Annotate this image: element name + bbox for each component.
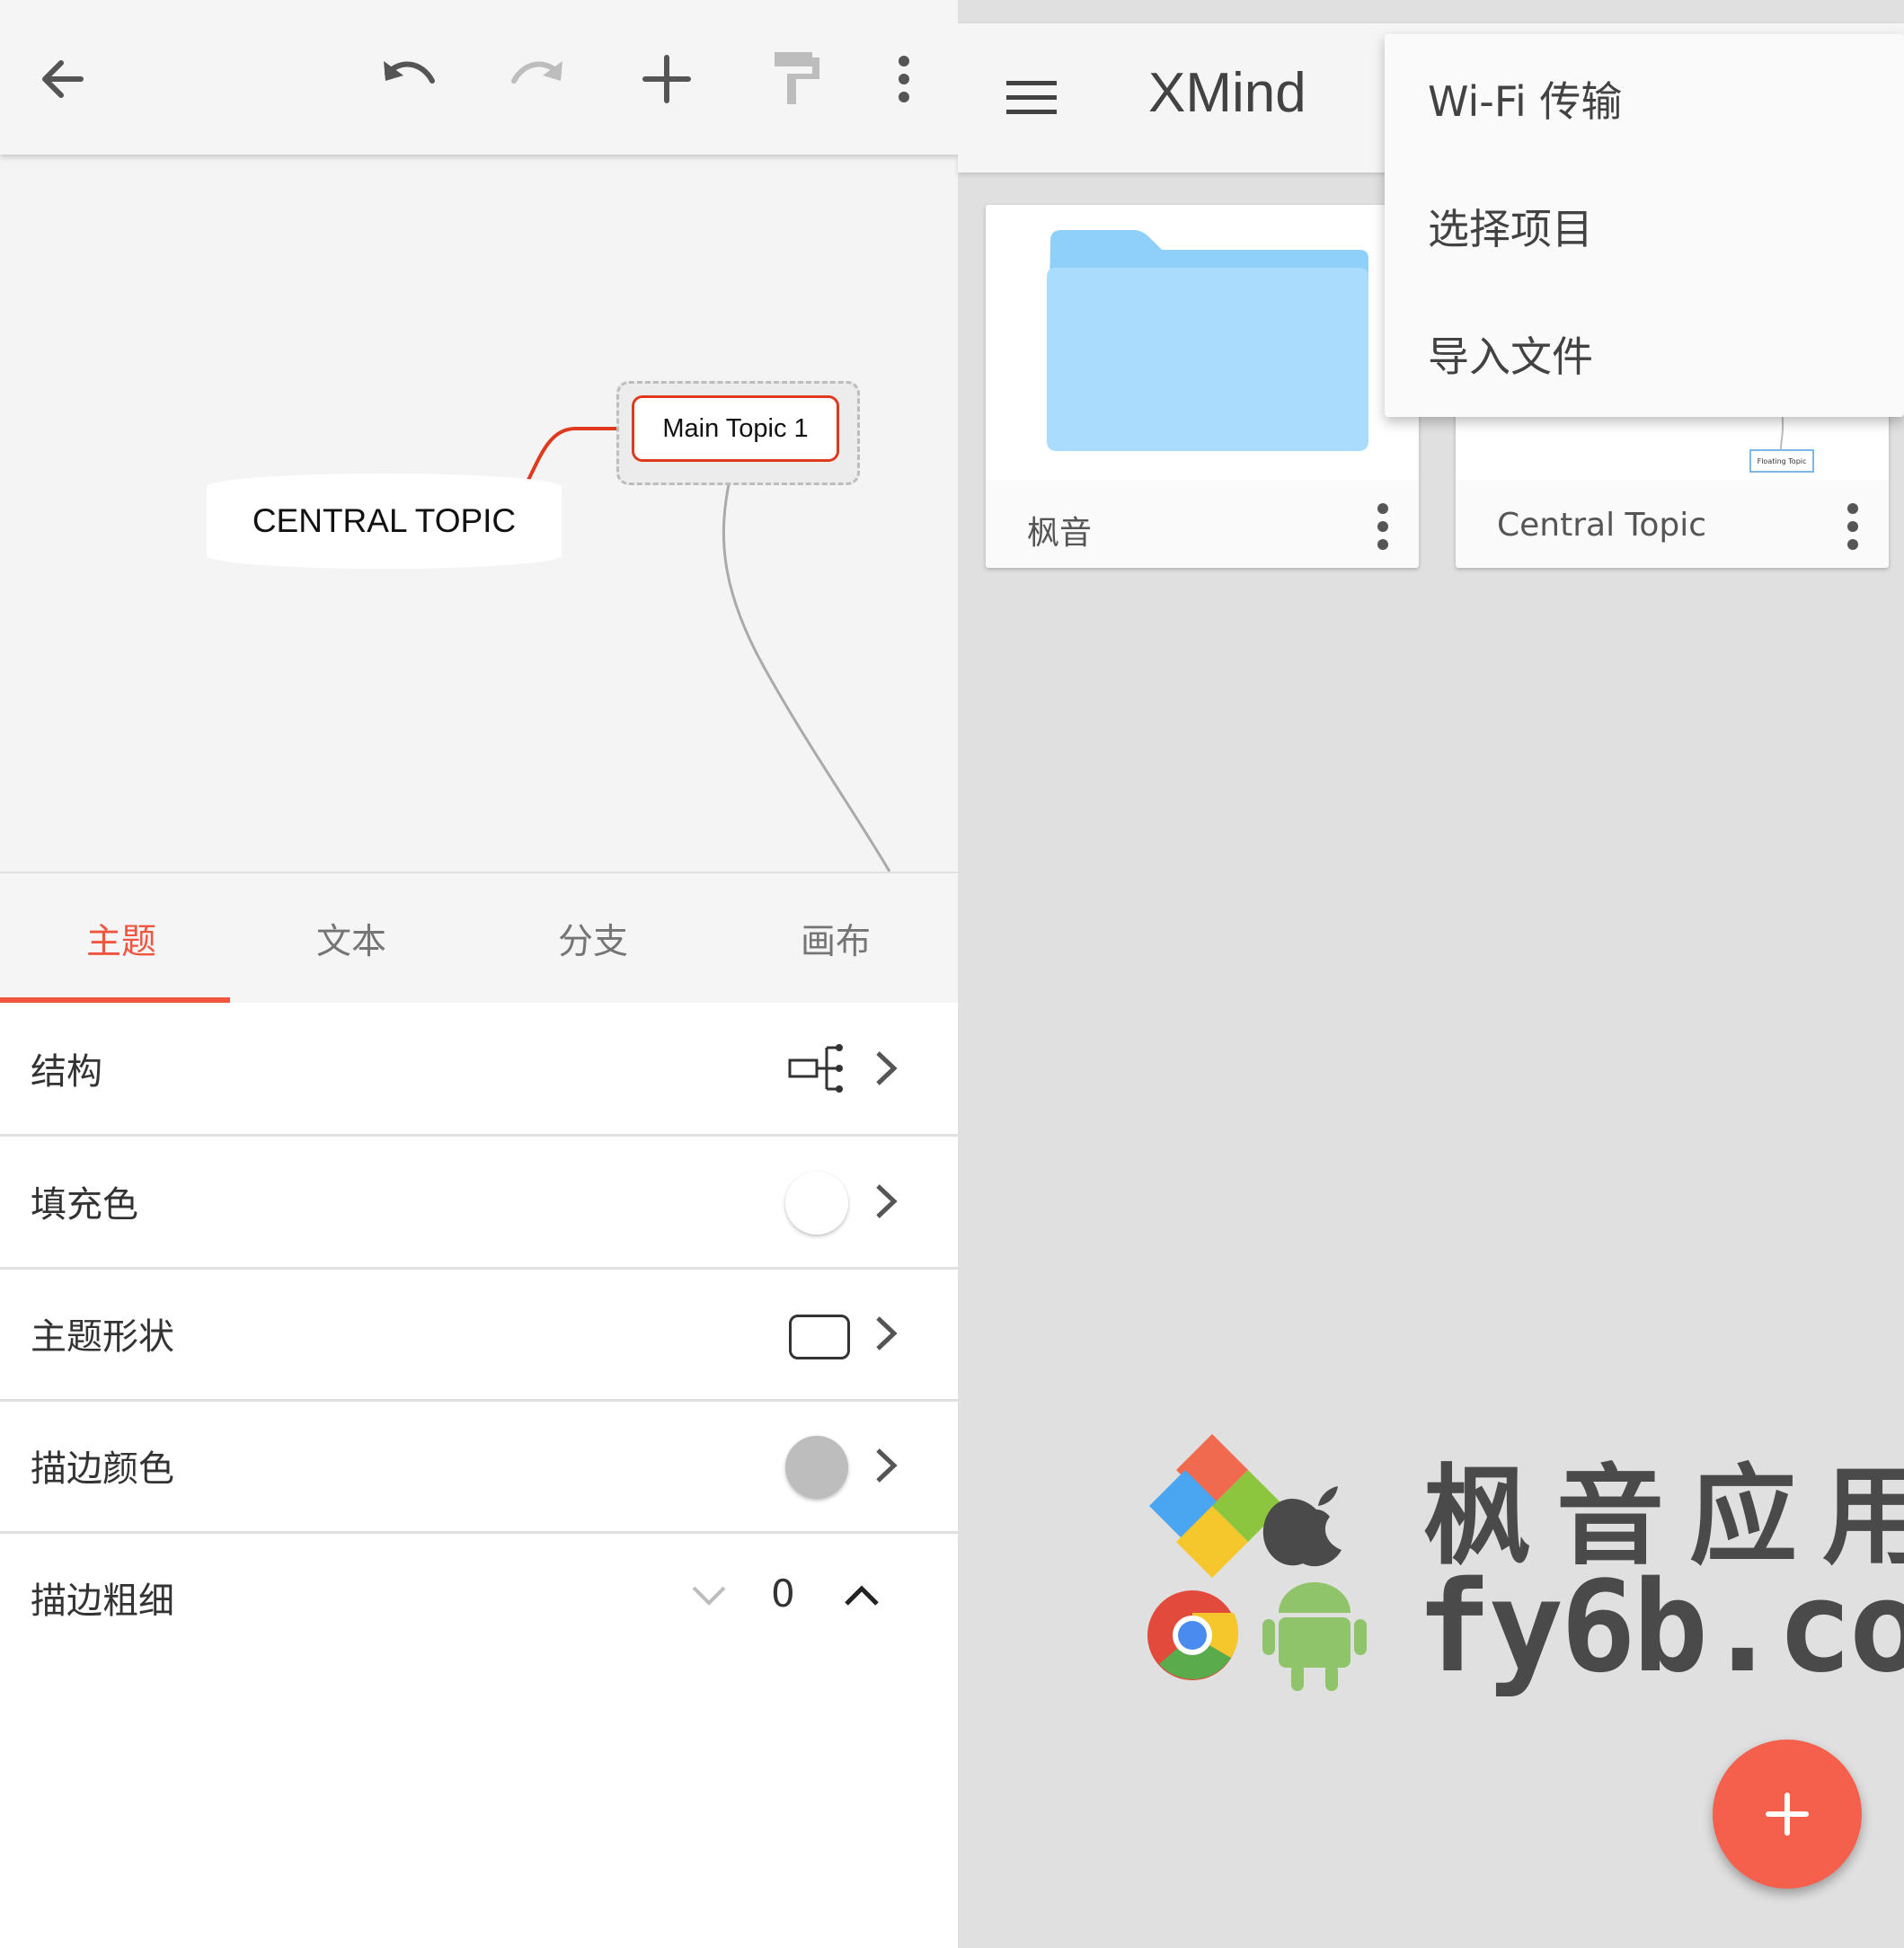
format-painter-icon[interactable]: [753, 36, 839, 122]
structure-icon: [788, 1044, 843, 1093]
fill-color-row[interactable]: 填充色: [0, 1136, 958, 1270]
rounded-rect-shape-icon: [789, 1315, 850, 1359]
back-arrow-icon[interactable]: [20, 36, 106, 122]
floating-topic-thumb: Floating Topic: [1749, 449, 1814, 473]
mindmap-canvas[interactable]: CENTRAL TOPIC Main Topic 1: [0, 155, 958, 872]
folder-thumbnail: [986, 205, 1419, 480]
border-width-value: 0: [771, 1572, 795, 1616]
main-topic-label: Main Topic 1: [662, 413, 809, 443]
undo-icon[interactable]: [365, 36, 451, 122]
file-card[interactable]: 枫音: [986, 205, 1419, 568]
menu-item-wifi-transfer[interactable]: Wi-Fi 传输: [1428, 72, 1622, 126]
editor-toolbar: [0, 0, 958, 155]
chevron-right-icon: [876, 1316, 898, 1350]
folder-icon: [1047, 230, 1368, 451]
central-topic-label: CENTRAL TOPIC: [252, 502, 517, 539]
more-vert-icon[interactable]: [1844, 501, 1862, 552]
central-topic-node[interactable]: CENTRAL TOPIC: [207, 474, 562, 569]
main-topic-node[interactable]: Main Topic 1: [632, 395, 839, 462]
menu-item-select-items[interactable]: 选择项目: [1428, 199, 1593, 253]
chevron-right-icon: [876, 1184, 898, 1218]
topic-shape-row[interactable]: 主题形状: [0, 1268, 958, 1402]
structure-row[interactable]: 结构: [0, 1003, 958, 1137]
fill-color-label: 填充色: [31, 1184, 138, 1226]
overflow-menu: Wi-Fi 传输 选择项目 导入文件: [1385, 34, 1904, 417]
border-color-swatch: [785, 1436, 848, 1499]
border-width-row: 描边粗细 0: [0, 1532, 958, 1663]
tab-canvas[interactable]: 画布: [714, 873, 957, 1004]
add-icon: [1766, 1793, 1809, 1836]
add-fab-button[interactable]: [1713, 1740, 1862, 1889]
file-card-title: Central Topic: [1497, 507, 1707, 544]
more-vert-icon[interactable]: [861, 36, 947, 122]
chevron-up-icon[interactable]: [841, 1582, 882, 1609]
fill-color-swatch: [785, 1172, 848, 1235]
chevron-down-icon[interactable]: [688, 1582, 730, 1609]
border-color-label: 描边颜色: [31, 1448, 174, 1490]
format-tabs: 主题 文本 分支 画布: [0, 872, 958, 1004]
tab-text[interactable]: 文本: [230, 873, 473, 1004]
tab-branch[interactable]: 分支: [472, 873, 714, 1004]
border-width-label: 描边粗细: [31, 1581, 174, 1622]
border-color-row[interactable]: 描边颜色: [0, 1400, 958, 1534]
file-card-title: 枫音: [1027, 515, 1093, 552]
chevron-right-icon: [876, 1448, 898, 1483]
add-icon[interactable]: [624, 36, 710, 122]
redo-icon[interactable]: [495, 36, 581, 122]
hamburger-menu-icon[interactable]: [1006, 79, 1057, 117]
properties-panel: 结构 填充色 主题形状 描边颜色 描边粗细 0: [0, 1003, 958, 1948]
tab-topic[interactable]: 主题: [0, 873, 243, 1004]
more-vert-icon[interactable]: [1374, 501, 1392, 552]
structure-label: 结构: [31, 1051, 102, 1093]
app-title: XMind: [1148, 62, 1306, 124]
editor-panel: CENTRAL TOPIC Main Topic 1 主题 文本 分支 画布 结…: [0, 0, 958, 1948]
topic-shape-label: 主题形状: [31, 1316, 174, 1358]
watermark-url: fy6b.com: [1416, 1554, 1904, 1701]
chevron-right-icon: [876, 1051, 898, 1085]
menu-item-import-file[interactable]: 导入文件: [1428, 327, 1593, 381]
watermark-logo: [1147, 1434, 1367, 1691]
